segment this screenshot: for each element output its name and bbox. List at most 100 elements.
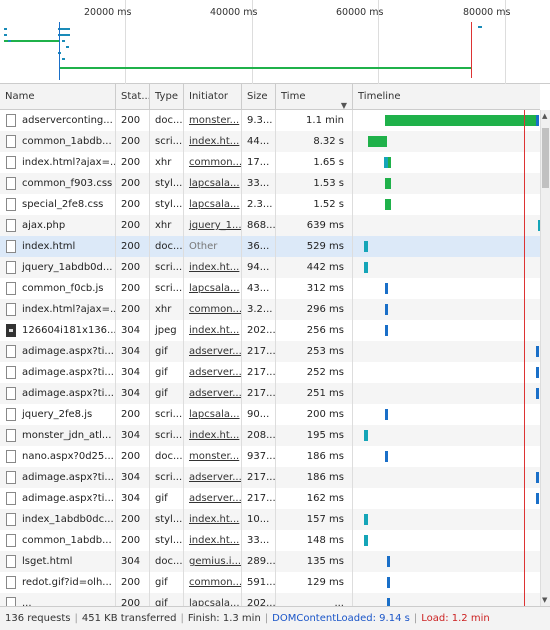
request-type: gif [150,572,184,593]
request-row[interactable]: jquery_1abdb0d... 200 scri... index.ht... 94… [0,257,540,278]
document-file-icon [6,450,16,463]
request-name-cell[interactable]: jquery_1abdb0d... [0,257,116,278]
column-header-timeline[interactable]: Timeline [353,84,540,110]
request-row[interactable]: index.html 200 doc... Other 36... 529 ms [0,236,540,257]
request-waterfall [353,509,540,530]
request-status: 200 [116,509,150,530]
request-name-cell[interactable]: index_1abdb0dc... [0,509,116,530]
request-initiator[interactable]: index.ht... [184,509,242,530]
column-header-type[interactable]: Type [150,84,184,110]
request-initiator[interactable]: gemius.i... [184,551,242,572]
request-row[interactable]: adimage.aspx?ti... 304 gif adserver... 217..… [0,488,540,509]
request-name-cell[interactable]: common_1abdb... [0,530,116,551]
column-header-status[interactable]: Stat... [116,84,150,110]
request-status: 304 [116,488,150,509]
request-row[interactable]: index.html?ajax=... 200 xhr common... 17... 1… [0,152,540,173]
request-row[interactable]: ajax.php 200 xhr jquery_1... 868... 639 ms [0,215,540,236]
request-name-cell[interactable]: adimage.aspx?ti... [0,488,116,509]
request-initiator[interactable]: index.ht... [184,320,242,341]
request-list-scrollbar[interactable]: ▲ ▼ [540,110,550,606]
request-name-cell[interactable]: monster_jdn_atl... [0,425,116,446]
waterfall-bar [385,199,391,210]
request-row[interactable]: redot.gif?id=olh... 200 gif common... 591...… [0,572,540,593]
request-row[interactable]: adimage.aspx?ti... 304 gif adserver... 217..… [0,341,540,362]
scroll-up-icon[interactable]: ▲ [542,112,547,120]
request-name-cell[interactable]: common_1abdb... [0,131,116,152]
request-size: 208... [242,425,276,446]
request-initiator[interactable]: lapcsala... [184,404,242,425]
request-type: xhr [150,152,184,173]
request-initiator[interactable]: jquery_1... [184,215,242,236]
request-initiator[interactable]: common... [184,152,242,173]
request-name-cell[interactable]: adimage.aspx?ti... [0,362,116,383]
request-row[interactable]: common_1abdb... 200 styl... index.ht... 33..… [0,530,540,551]
request-row[interactable]: index.html?ajax=... 200 xhr common... 3.2...… [0,299,540,320]
request-name-cell[interactable]: adimage.aspx?ti... [0,383,116,404]
column-header-name[interactable]: Name [0,84,116,110]
request-name-cell[interactable]: adimage.aspx?ti... [0,341,116,362]
request-initiator[interactable]: index.ht... [184,257,242,278]
request-initiator[interactable]: index.ht... [184,131,242,152]
request-row[interactable]: special_2fe8.css 200 styl... lapcsala... 2.3… [0,194,540,215]
request-initiator[interactable]: adserver... [184,383,242,404]
request-size: 9.3... [242,110,276,131]
request-name-cell[interactable]: common_f0cb.js [0,278,116,299]
request-name-cell[interactable]: nano.aspx?0d25... [0,446,116,467]
request-initiator[interactable]: common... [184,572,242,593]
request-initiator[interactable]: index.ht... [184,530,242,551]
request-initiator[interactable]: adserver... [184,488,242,509]
overview-tick-label: 60000 ms [336,7,384,18]
scroll-down-icon[interactable]: ▼ [542,596,547,604]
request-size: 868... [242,215,276,236]
request-initiator[interactable]: adserver... [184,362,242,383]
request-name-cell[interactable]: adimage.aspx?ti... [0,467,116,488]
request-row[interactable]: adserverconting... 200 doc... monster... 9.3… [0,110,540,131]
request-name-cell[interactable]: lsget.html [0,551,116,572]
request-name-cell[interactable]: ajax.php [0,215,116,236]
request-row[interactable]: common_f0cb.js 200 scri... lapcsala... 43...… [0,278,540,299]
request-name-cell[interactable]: ... [0,593,116,606]
request-row[interactable]: index_1abdb0dc... 200 styl... index.ht... 10… [0,509,540,530]
request-name-cell[interactable]: jquery_2fe8.js [0,404,116,425]
column-header-initiator[interactable]: Initiator [184,84,242,110]
column-header-time[interactable]: Time ▼ [276,84,353,110]
request-name-cell[interactable]: index.html?ajax=... [0,299,116,320]
request-time: 256 ms [276,320,353,341]
column-header-size[interactable]: Size [242,84,276,110]
request-row[interactable]: ... 200 gif lapcsala... 202...... [0,593,540,606]
request-waterfall [353,236,540,257]
request-initiator[interactable]: common... [184,299,242,320]
request-row[interactable]: nano.aspx?0d25... 200 doc... monster... 937.… [0,446,540,467]
request-initiator[interactable]: lapcsala... [184,194,242,215]
scrollbar-thumb[interactable] [542,128,549,188]
request-initiator[interactable]: adserver... [184,341,242,362]
request-initiator[interactable]: index.ht... [184,425,242,446]
timeline-overview[interactable]: 20000 ms 40000 ms 60000 ms 80000 ms [0,0,550,84]
waterfall-bar [387,556,390,567]
request-initiator[interactable]: adserver... [184,467,242,488]
request-row[interactable]: common_1abdb... 200 scri... index.ht... 44..… [0,131,540,152]
request-initiator[interactable]: monster... [184,446,242,467]
request-waterfall [353,257,540,278]
request-name-cell[interactable]: adserverconting... [0,110,116,131]
request-row[interactable]: 126604i181x136... 304 jpeg index.ht... 202..… [0,320,540,341]
request-name-cell[interactable]: 126604i181x136... [0,320,116,341]
request-name-cell[interactable]: redot.gif?id=olh... [0,572,116,593]
request-row[interactable]: common_f903.css 200 styl... lapcsala... 33..… [0,173,540,194]
request-row[interactable]: adimage.aspx?ti... 304 gif adserver... 217..… [0,383,540,404]
request-row[interactable]: adimage.aspx?ti... 304 gif adserver... 217..… [0,362,540,383]
request-name-cell[interactable]: index.html?ajax=... [0,152,116,173]
request-row[interactable]: lsget.html 304 doc... gemius.i... 289... 135 … [0,551,540,572]
request-name-cell[interactable]: special_2fe8.css [0,194,116,215]
request-initiator[interactable]: lapcsala... [184,173,242,194]
request-status: 200 [116,446,150,467]
request-initiator[interactable]: monster... [184,110,242,131]
request-name: adserverconting... [22,115,113,126]
request-row[interactable]: jquery_2fe8.js 200 scri... lapcsala... 90...… [0,404,540,425]
request-name-cell[interactable]: index.html [0,236,116,257]
request-row[interactable]: monster_jdn_atl... 304 scri... index.ht... 2… [0,425,540,446]
request-name-cell[interactable]: common_f903.css [0,173,116,194]
request-row[interactable]: adimage.aspx?ti... 304 scri... adserver... 2… [0,467,540,488]
request-initiator[interactable]: lapcsala... [184,278,242,299]
request-initiator[interactable]: lapcsala... [184,593,242,606]
